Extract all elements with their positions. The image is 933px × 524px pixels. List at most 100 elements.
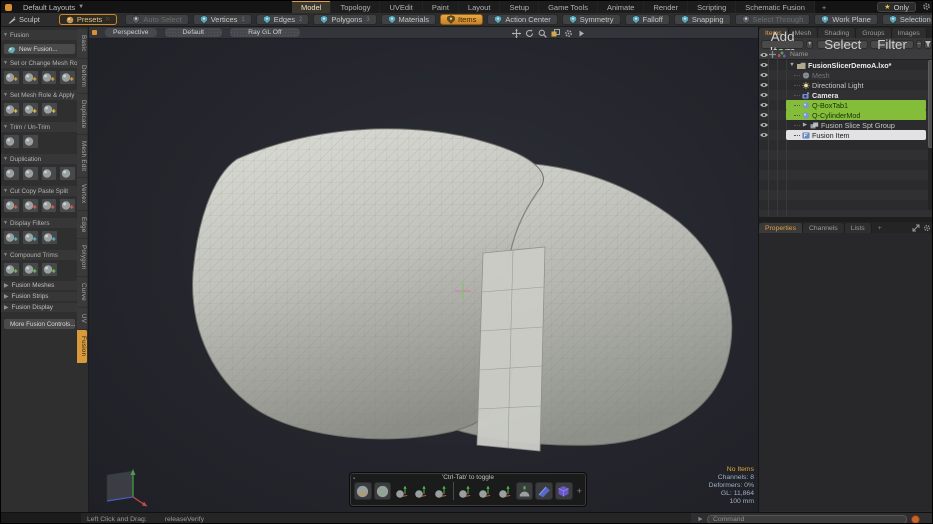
palette-tool-apply-5-icon[interactable] xyxy=(432,482,450,500)
collapsed-section-fusion-strips[interactable]: ▶Fusion Strips xyxy=(1,292,78,301)
column-eye-icon[interactable] xyxy=(759,52,768,58)
visibility-eye-icon[interactable] xyxy=(759,72,768,78)
filter-button[interactable]: Filter xyxy=(870,40,914,49)
palette-cube-purple-11-icon[interactable] xyxy=(555,482,573,500)
compound-trims-tool-2-icon[interactable] xyxy=(22,262,39,277)
slice-plane[interactable] xyxy=(477,247,545,451)
command-input[interactable] xyxy=(707,515,907,524)
section-header-trim-un-trim[interactable]: ▼Trim / Un-Trim xyxy=(1,122,78,132)
polygons-mode-button[interactable]: Polygons3 xyxy=(313,14,376,25)
top-tab-scripting[interactable]: Scripting xyxy=(688,1,736,13)
column-pin-icon[interactable] xyxy=(768,51,777,58)
section-header-display-filters[interactable]: ▼Display Filters xyxy=(1,218,78,228)
zoom-icon[interactable] xyxy=(538,29,547,38)
top-tab-model[interactable]: Model xyxy=(292,1,331,13)
pan-icon[interactable] xyxy=(512,29,521,38)
projection-selector[interactable]: Perspective xyxy=(105,28,157,37)
chevron-right-icon[interactable]: ▶ xyxy=(802,122,808,128)
duplication-tool-4-icon[interactable] xyxy=(59,166,76,181)
collapse-all-button[interactable]: − xyxy=(916,40,922,49)
symmetry-mode-button[interactable]: Symmetry xyxy=(562,14,621,25)
sidebar-tab-polygon[interactable]: Polygon xyxy=(77,239,87,275)
column-rgb-icon[interactable] xyxy=(777,51,786,58)
palette-fusion-mesh-1-icon[interactable] xyxy=(354,482,372,500)
app-icon[interactable] xyxy=(5,4,12,11)
materials-mode-button[interactable]: Materials xyxy=(381,14,436,25)
expand-panel-icon[interactable] xyxy=(912,224,920,232)
section-header-cut-copy-paste-split[interactable]: ▼Cut Copy Paste Split xyxy=(1,186,78,196)
sidebar-tab-vertex[interactable]: Vertex xyxy=(77,178,87,209)
section-header-duplication[interactable]: ▼Duplication xyxy=(1,154,78,164)
layout-icon[interactable] xyxy=(551,29,560,38)
tree-row-fusionslicerdemoa-lxo[interactable]: ▼FusionSlicerDemoA.lxo* xyxy=(759,60,933,70)
item-name-cell[interactable]: ▼FusionSlicerDemoA.lxo* xyxy=(786,60,926,70)
top-tab-paint[interactable]: Paint xyxy=(423,1,459,13)
palette-airbrush-9-icon[interactable] xyxy=(516,482,534,500)
tree-row-mesh[interactable]: Mesh xyxy=(759,70,933,80)
item-name-cell[interactable]: Fusion Item xyxy=(786,130,926,140)
compound-trims-tool-3-icon[interactable] xyxy=(41,262,58,277)
top-tab-render[interactable]: Render xyxy=(644,1,688,13)
set-or-change-mesh-role-tool-4-icon[interactable] xyxy=(59,70,76,85)
visibility-eye-icon[interactable] xyxy=(759,102,768,108)
duplication-tool-3-icon[interactable] xyxy=(41,166,58,181)
palette-tool-apply-7-icon[interactable] xyxy=(477,482,495,500)
top-tab-setup[interactable]: Setup xyxy=(500,1,539,13)
top-tab-topology[interactable]: Topology xyxy=(331,1,380,13)
collapsed-section-fusion-meshes[interactable]: ▶Fusion Meshes xyxy=(1,281,78,290)
3d-viewport[interactable]: Perspective Default Ray GL Off ▪ 'Ctrl-T… xyxy=(89,27,758,512)
sidebar-tab-deform[interactable]: Deform xyxy=(77,59,87,93)
add-item-button[interactable]: Add Item xyxy=(761,40,804,49)
cut-copy-paste-split-tool-3-icon[interactable] xyxy=(41,198,58,213)
panel-add-tab-button[interactable]: + xyxy=(927,28,933,38)
trim-un-trim-tool-1-icon[interactable] xyxy=(3,134,20,149)
layout-switcher-menu[interactable]: Default Layouts ▼ xyxy=(17,1,90,13)
items-mode-button[interactable]: Items xyxy=(440,14,483,25)
visibility-eye-icon[interactable] xyxy=(759,92,768,98)
add-item-dropdown[interactable]: ▼ xyxy=(806,40,813,49)
item-name-cell[interactable]: Directional Light xyxy=(786,80,926,90)
gear-icon[interactable] xyxy=(922,2,931,11)
more-fusion-controls-button[interactable]: More Fusion Controls... xyxy=(3,318,76,330)
palette-tool-apply-6-icon[interactable] xyxy=(457,482,475,500)
set-or-change-mesh-role-tool-2-icon[interactable] xyxy=(22,70,39,85)
duplication-tool-1-icon[interactable] xyxy=(3,166,20,181)
raygl-toggle[interactable]: Ray GL Off xyxy=(230,28,300,37)
work-plane-mode-button[interactable]: Work Plane xyxy=(814,14,878,25)
palette-fusion-surface-2-icon[interactable] xyxy=(374,482,392,500)
set-mesh-role-apply-tool-1-icon[interactable] xyxy=(3,102,20,117)
tree-row-directional-light[interactable]: Directional Light xyxy=(759,80,933,90)
sidebar-tab-curve[interactable]: Curve xyxy=(77,277,87,307)
fusion-panel-header[interactable]: ▼Fusion xyxy=(1,30,78,40)
palette-tool-apply-3-icon[interactable] xyxy=(393,482,411,500)
trim-un-trim-tool-2-icon[interactable] xyxy=(22,134,39,149)
top-tab-uvedit[interactable]: UVEdit xyxy=(380,1,422,13)
section-header-set-or-change-mesh-role[interactable]: ▼Set or Change Mesh Role xyxy=(1,58,78,68)
item-name-cell[interactable]: Mesh xyxy=(786,70,926,80)
collapsed-section-fusion-display[interactable]: ▶Fusion Display xyxy=(1,303,78,312)
falloff-mode-button[interactable]: Falloff xyxy=(625,14,670,25)
visibility-eye-icon[interactable] xyxy=(759,62,768,68)
item-name-cell[interactable]: Q-CylinderMod xyxy=(786,110,926,120)
visibility-eye-icon[interactable] xyxy=(759,112,768,118)
top-tab-animate[interactable]: Animate xyxy=(598,1,645,13)
item-name-cell[interactable]: Camera xyxy=(786,90,926,100)
sidebar-tab-mesh-edit[interactable]: Mesh Edit xyxy=(77,135,87,177)
only-filter-button[interactable]: ★ Only xyxy=(877,2,916,12)
compound-trims-tool-1-icon[interactable] xyxy=(3,262,20,277)
display-filters-tool-1-icon[interactable] xyxy=(3,230,20,245)
presets-toggle-button[interactable]: Presets⁙ xyxy=(59,14,117,25)
tree-row-camera[interactable]: Camera xyxy=(759,90,933,100)
section-header-set-mesh-role-apply[interactable]: ▼Set Mesh Role & Apply xyxy=(1,90,78,100)
bottom-add-tab-button[interactable]: + xyxy=(872,223,888,233)
visibility-eye-icon[interactable] xyxy=(759,122,768,128)
sidebar-tab-duplicate[interactable]: Duplicate xyxy=(77,94,87,135)
palette-tool-apply-8-icon[interactable] xyxy=(496,482,514,500)
set-or-change-mesh-role-tool-1-icon[interactable] xyxy=(3,70,20,85)
cut-copy-paste-split-tool-1-icon[interactable] xyxy=(3,198,20,213)
viewport-menu-icon[interactable] xyxy=(92,30,97,35)
palette-tool-apply-4-icon[interactable] xyxy=(413,482,431,500)
gear-icon[interactable] xyxy=(923,224,931,232)
filter-funnel-icon[interactable] xyxy=(924,40,932,49)
set-mesh-role-apply-tool-3-icon[interactable] xyxy=(41,102,58,117)
